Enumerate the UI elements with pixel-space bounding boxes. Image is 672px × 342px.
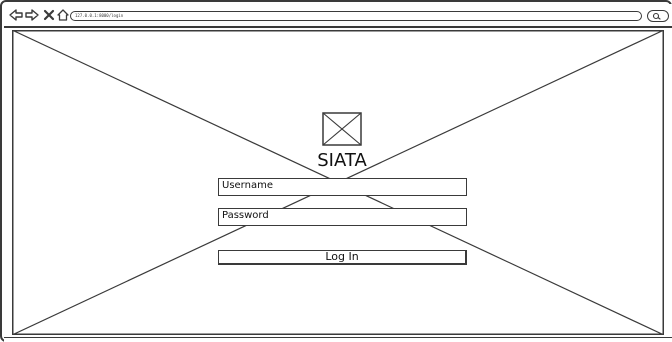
browser-window: 127.0.0.1:8000/login SIATA Username Pass… xyxy=(0,0,672,342)
app-title: SIATA xyxy=(317,150,367,171)
password-field[interactable]: Password xyxy=(218,208,467,226)
back-arrow-icon[interactable] xyxy=(8,7,24,23)
login-button-label: Log In xyxy=(325,250,359,263)
image-placeholder-icon xyxy=(322,112,362,146)
browser-toolbar: 127.0.0.1:8000/login xyxy=(4,4,672,28)
login-button[interactable]: Log In xyxy=(218,250,467,265)
forward-arrow-icon[interactable] xyxy=(24,7,40,23)
address-bar-url: 127.0.0.1:8000/login xyxy=(75,13,124,18)
username-placeholder: Username xyxy=(222,180,273,191)
address-bar[interactable]: 127.0.0.1:8000/login xyxy=(70,11,642,21)
browser-status-bar xyxy=(4,337,672,342)
username-field[interactable]: Username xyxy=(218,178,467,196)
page-content: SIATA Username Password Log In xyxy=(4,28,672,337)
search-icon[interactable] xyxy=(647,10,669,22)
password-placeholder: Password xyxy=(222,210,269,221)
